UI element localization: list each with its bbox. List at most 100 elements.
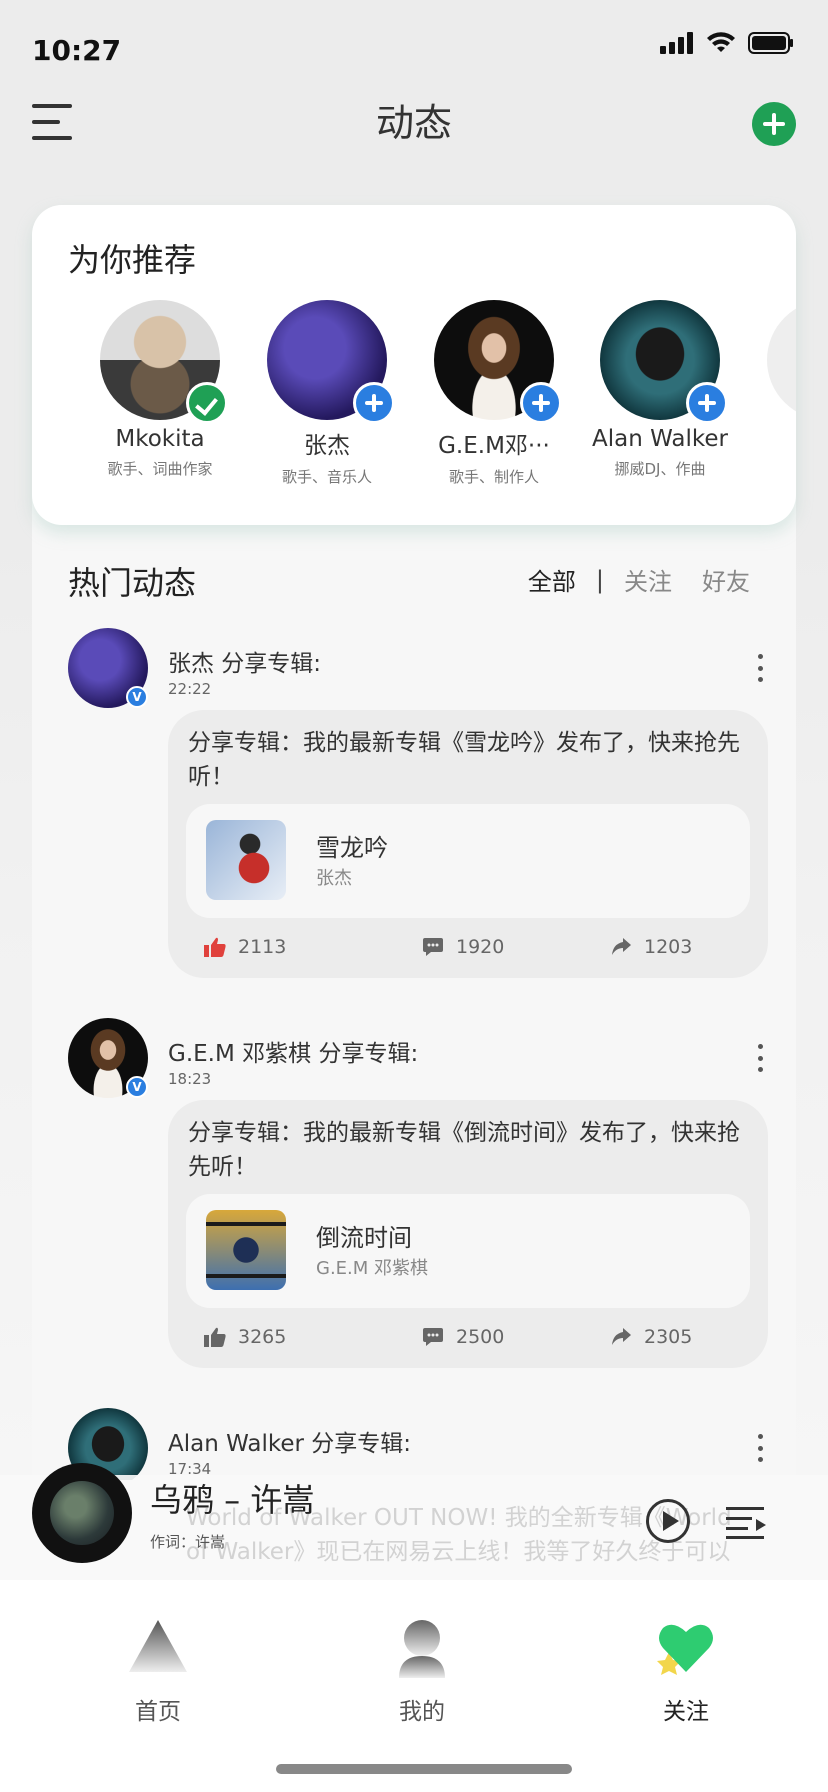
share-icon bbox=[612, 938, 631, 955]
recommend-list[interactable]: Mkokita 歌手、词曲作家 张杰 歌手、音乐人 G.E.M邓··· 歌手、制… bbox=[32, 300, 796, 500]
now-playing-disc[interactable] bbox=[32, 1463, 132, 1563]
post-stats: 2113 1920 1203 bbox=[168, 936, 768, 966]
album-card[interactable]: 雪龙吟 张杰 bbox=[186, 804, 750, 918]
tab-label: 首页 bbox=[135, 1699, 181, 1725]
signal-icon bbox=[660, 32, 693, 54]
battery-icon bbox=[748, 32, 793, 54]
followed-check-icon[interactable] bbox=[186, 382, 228, 424]
more-options-icon[interactable] bbox=[756, 1434, 764, 1462]
comment-count: 2500 bbox=[456, 1326, 505, 1348]
like-button[interactable]: 3265 bbox=[204, 1326, 286, 1348]
filter-all[interactable]: 全部 bbox=[528, 562, 576, 597]
recommend-item[interactable]: 薛之 歌手、 bbox=[747, 300, 796, 487]
page-title: 动态 bbox=[375, 101, 452, 145]
album-artist: G.E.M 邓紫棋 bbox=[316, 1258, 429, 1279]
bottom-tab-bar: 首页 我的 关注 bbox=[0, 1580, 828, 1792]
recommend-role: 歌手、制作人 bbox=[448, 468, 539, 486]
recommend-title: 为你推荐 bbox=[68, 241, 197, 279]
add-post-button[interactable] bbox=[752, 102, 796, 146]
tab-home[interactable]: 首页 bbox=[88, 1616, 228, 1726]
status-bar: 10:27 bbox=[0, 0, 828, 90]
recommend-item[interactable]: Alan Walker 挪威DJ、作曲 bbox=[580, 300, 740, 479]
home-icon bbox=[129, 1620, 187, 1672]
like-count: 2113 bbox=[238, 936, 287, 958]
verified-icon: V bbox=[126, 686, 148, 708]
comment-count: 1920 bbox=[456, 936, 505, 958]
share-button[interactable]: 2305 bbox=[610, 1326, 692, 1348]
more-options-icon[interactable] bbox=[756, 654, 764, 682]
feed-filter-tabs: 全部 | 关注 好友 bbox=[528, 562, 750, 597]
album-name: 倒流时间 bbox=[316, 1224, 412, 1252]
album-name: 雪龙吟 bbox=[316, 834, 388, 862]
post-body[interactable]: 分享专辑：我的最新专辑《倒流时间》发布了，快来抢先听！ 倒流时间 G.E.M 邓… bbox=[168, 1100, 768, 1368]
now-playing-title[interactable]: 乌鸦 – 许嵩 bbox=[150, 1475, 314, 1521]
recommend-item[interactable]: G.E.M邓··· 歌手、制作人 bbox=[414, 300, 574, 487]
comment-icon bbox=[423, 1328, 443, 1346]
more-options-icon[interactable] bbox=[756, 1044, 764, 1072]
thumbs-up-icon bbox=[204, 1327, 226, 1347]
follow-plus-icon[interactable] bbox=[520, 382, 562, 424]
thumbs-up-icon bbox=[204, 937, 226, 957]
now-playing-lyric: 作词：许嵩 bbox=[150, 1533, 226, 1551]
follow-plus-icon[interactable] bbox=[686, 382, 728, 424]
like-count: 3265 bbox=[238, 1326, 287, 1348]
album-cover bbox=[206, 820, 286, 900]
tab-label: 我的 bbox=[399, 1699, 445, 1725]
heart-icon bbox=[657, 1624, 713, 1675]
comment-button[interactable]: 1920 bbox=[422, 936, 504, 958]
playlist-icon[interactable] bbox=[724, 1499, 768, 1543]
filter-following[interactable]: 关注 bbox=[624, 562, 672, 597]
recommend-name: Mkokita bbox=[115, 426, 205, 452]
share-button[interactable]: 1203 bbox=[610, 936, 692, 958]
verified-icon: V bbox=[126, 1076, 148, 1098]
recommend-name: G.E.M邓··· bbox=[438, 433, 550, 459]
recommend-name: Alan Walker bbox=[592, 426, 728, 452]
recommend-role: 挪威DJ、作曲 bbox=[614, 460, 706, 478]
follow-plus-icon[interactable] bbox=[353, 382, 395, 424]
album-cover bbox=[206, 1210, 286, 1290]
post-author[interactable]: G.E.M 邓紫棋 分享专辑: bbox=[168, 1034, 418, 1068]
like-button[interactable]: 2113 bbox=[204, 936, 286, 958]
post-author[interactable]: 张杰 分享专辑: bbox=[168, 644, 321, 678]
post-time: 22:22 bbox=[168, 680, 212, 698]
post-author[interactable]: Alan Walker 分享专辑: bbox=[168, 1424, 411, 1458]
mini-player[interactable]: World of Walker OUT NOW! 我的全新专辑《World of… bbox=[0, 1463, 828, 1580]
wifi-icon bbox=[707, 32, 735, 52]
post-stats: 3265 2500 2305 bbox=[168, 1326, 768, 1356]
hot-feed-title: 热门动态 bbox=[68, 564, 197, 602]
album-artist: 张杰 bbox=[316, 868, 352, 889]
recommend-item[interactable]: 张杰 歌手、音乐人 bbox=[247, 300, 407, 487]
share-count: 1203 bbox=[644, 936, 693, 958]
play-button[interactable] bbox=[646, 1499, 690, 1543]
share-icon bbox=[612, 1328, 631, 1345]
recommend-name: 张杰 bbox=[304, 433, 350, 459]
tab-profile[interactable]: 我的 bbox=[352, 1616, 492, 1726]
comment-icon bbox=[423, 938, 443, 956]
home-indicator bbox=[276, 1764, 572, 1774]
feed-post[interactable]: V 张杰 分享专辑: 22:22 分享专辑：我的最新专辑《雪龙吟》发布了，快来抢… bbox=[68, 628, 768, 988]
tab-following[interactable]: 关注 bbox=[616, 1616, 756, 1726]
filter-friends[interactable]: 好友 bbox=[702, 562, 750, 597]
filter-divider: | bbox=[595, 565, 604, 594]
recommend-role: 歌手、 bbox=[747, 466, 796, 487]
status-icons bbox=[660, 32, 794, 54]
tab-label: 关注 bbox=[663, 1699, 709, 1725]
feed-post[interactable]: V G.E.M 邓紫棋 分享专辑: 18:23 分享专辑：我的最新专辑《倒流时间… bbox=[68, 1018, 768, 1378]
share-count: 2305 bbox=[644, 1326, 693, 1348]
post-body[interactable]: 分享专辑：我的最新专辑《雪龙吟》发布了，快来抢先听！ 雪龙吟 张杰 2113 1… bbox=[168, 710, 768, 978]
comment-button[interactable]: 2500 bbox=[422, 1326, 504, 1348]
post-time: 18:23 bbox=[168, 1070, 212, 1088]
recommend-card: 为你推荐 Mkokita 歌手、词曲作家 张杰 歌手、音乐人 G.E.M邓··· bbox=[32, 205, 796, 525]
post-text: 分享专辑：我的最新专辑《雪龙吟》发布了，快来抢先听！ bbox=[188, 730, 740, 790]
recommend-role: 歌手、音乐人 bbox=[281, 468, 372, 486]
recommend-item[interactable]: Mkokita 歌手、词曲作家 bbox=[80, 300, 240, 479]
avatar[interactable] bbox=[767, 300, 796, 420]
feed-post[interactable]: Alan Walker 分享专辑: 17:34 bbox=[68, 1408, 768, 1480]
post-text: 分享专辑：我的最新专辑《倒流时间》发布了，快来抢先听！ bbox=[188, 1120, 740, 1180]
recommend-role: 歌手、词曲作家 bbox=[107, 460, 213, 478]
album-card[interactable]: 倒流时间 G.E.M 邓紫棋 bbox=[186, 1194, 750, 1308]
now-playing-cover bbox=[50, 1481, 114, 1545]
recommend-name: 薛之 bbox=[747, 426, 796, 460]
top-navbar: 动态 bbox=[0, 90, 828, 190]
status-time: 10:27 bbox=[32, 34, 122, 67]
